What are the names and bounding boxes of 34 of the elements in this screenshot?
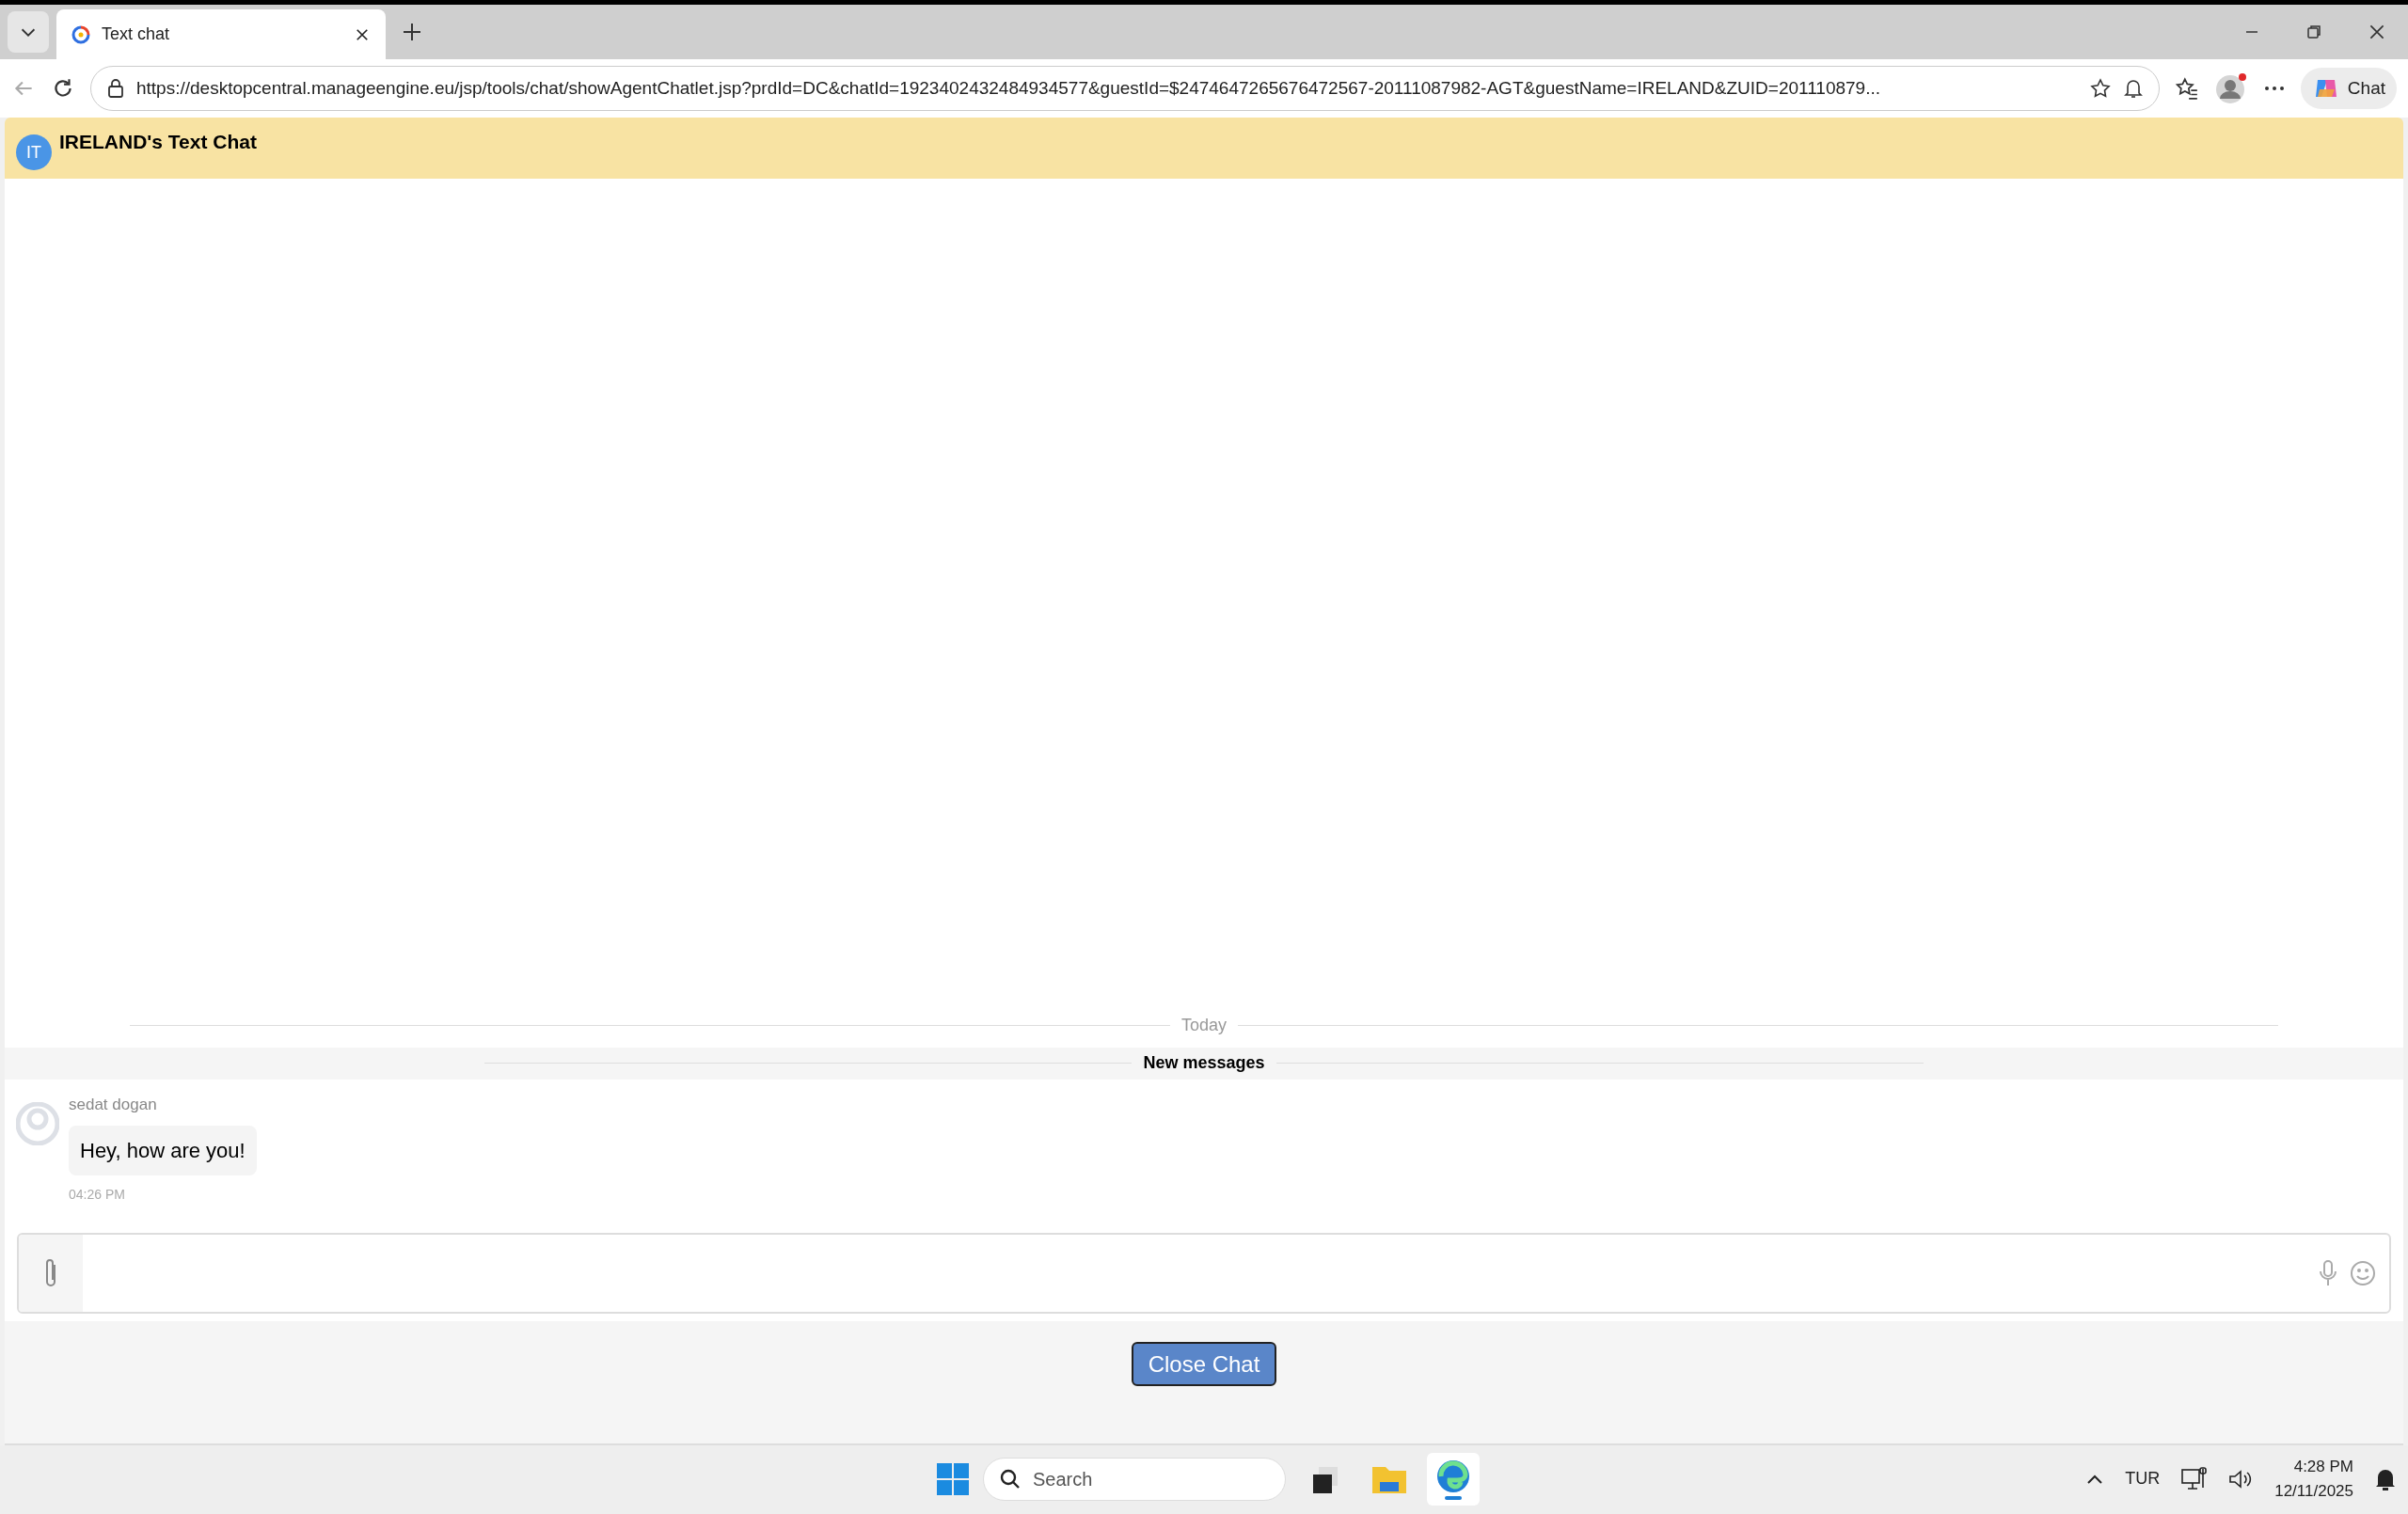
- copilot-chat-button[interactable]: Chat: [2300, 68, 2397, 109]
- chat-title: IRELAND's Text Chat: [59, 130, 257, 154]
- close-chat-button[interactable]: Close Chat: [1131, 1342, 1277, 1386]
- favorites-icon[interactable]: [2174, 76, 2199, 101]
- avatar-initials: IT: [16, 134, 52, 170]
- new-tab-icon[interactable]: [401, 21, 423, 43]
- search-placeholder: Search: [1033, 1465, 1221, 1493]
- clock-date[interactable]: 12/11/2025: [2274, 1478, 2353, 1503]
- language-indicator[interactable]: TUR: [2125, 1466, 2161, 1491]
- message-time: 04:26 PM: [69, 1186, 125, 1204]
- lock-icon: [106, 78, 125, 99]
- favorite-star-icon[interactable]: [2088, 77, 2112, 100]
- tab-favicon-icon: [71, 24, 90, 44]
- message-input[interactable]: [17, 1233, 2391, 1314]
- restore-icon[interactable]: [2305, 23, 2323, 41]
- sender-name: sedat dogan: [69, 1094, 157, 1115]
- browser-tab[interactable]: Text chat: [56, 9, 386, 59]
- message-bubble: Hey, how are you!: [69, 1126, 257, 1175]
- date-divider: Today: [1181, 1014, 1228, 1036]
- taskbar-search[interactable]: Search: [983, 1458, 1286, 1501]
- active-indicator: [1445, 1496, 1462, 1500]
- browser-icon[interactable]: [1435, 1459, 1471, 1494]
- new-messages-divider: New messages: [1143, 1052, 1265, 1074]
- bell-icon[interactable]: [2122, 77, 2144, 100]
- more-icon[interactable]: [2262, 85, 2286, 92]
- search-icon: [999, 1468, 1022, 1490]
- tab-title: Text chat: [102, 24, 171, 45]
- start-icon[interactable]: [936, 1462, 970, 1496]
- clock-time[interactable]: 4:28 PM: [2293, 1455, 2353, 1479]
- url-text: https://desktopcentral.manageengine.eu/jsp/tools/chat/showAgentChatlet.jsp?prdId=DC&chatId=1923402432484934577&guestId=$2474647265676472567-20111087982-AGT&guestName=IRELAND&ZUID=201110879...: [136, 76, 1881, 100]
- user-avatar-icon: [16, 1101, 59, 1145]
- copilot-label: Chat: [2347, 76, 2385, 100]
- profile-icon[interactable]: [2213, 71, 2248, 105]
- network-icon[interactable]: [2180, 1465, 2208, 1492]
